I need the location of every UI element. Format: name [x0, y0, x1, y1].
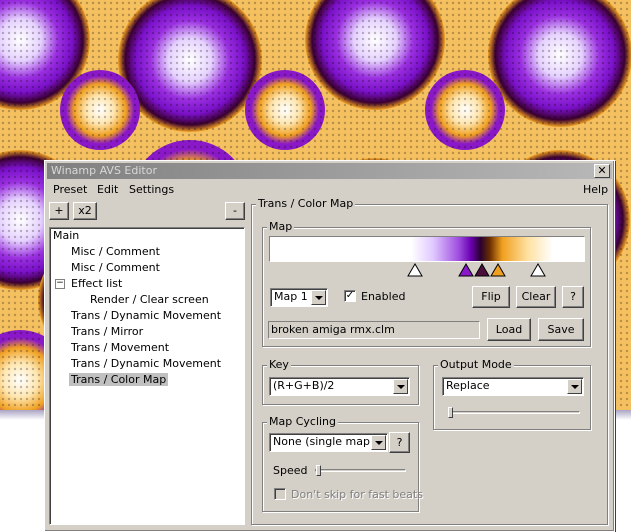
key-select[interactable]: (R+G+B)/2 [269, 377, 410, 396]
menu-settings[interactable]: Settings [129, 183, 174, 196]
speed-slider-thumb[interactable] [316, 465, 321, 476]
color-markers[interactable] [265, 263, 585, 279]
output-mode-label: Output Mode [438, 358, 514, 371]
skip-fast-beats-label: Don't skip for fast beats [291, 488, 423, 501]
map-select[interactable]: Map 1 [270, 288, 328, 307]
menu-preset[interactable]: Preset [53, 183, 87, 196]
menu-help[interactable]: Help [583, 183, 608, 196]
title-bar[interactable]: Winamp AVS Editor ✕ [47, 163, 612, 179]
menu-edit[interactable]: Edit [97, 183, 118, 196]
tree-item[interactable]: Trans / Dynamic Movement [69, 357, 223, 370]
map-cycling-value: None (single map) [273, 435, 375, 448]
chevron-down-icon[interactable] [371, 435, 386, 450]
color-map-gradient[interactable] [269, 236, 585, 262]
marker-4[interactable] [490, 263, 506, 277]
output-mode-value: Replace [446, 379, 490, 392]
tree-item-selected[interactable]: Trans / Color Map [69, 373, 169, 386]
chevron-down-icon[interactable] [393, 379, 408, 394]
skip-fast-beats-checkbox[interactable] [274, 488, 286, 500]
tree-item[interactable]: Misc / Comment [69, 261, 162, 274]
map-cycling-label: Map Cycling [267, 415, 339, 428]
output-blend-slider-thumb[interactable] [448, 407, 453, 418]
enabled-label: Enabled [361, 290, 406, 303]
output-mode-select[interactable]: Replace [442, 377, 584, 396]
save-button[interactable]: Save [538, 318, 584, 341]
map-cycling-select[interactable]: None (single map) [269, 433, 388, 452]
close-button[interactable]: ✕ [594, 164, 610, 178]
check-icon: ✓ [345, 290, 355, 301]
map-help-button[interactable]: ? [562, 286, 584, 308]
marker-1[interactable] [407, 263, 423, 277]
x2-button[interactable]: x2 [73, 202, 97, 220]
tree-item[interactable]: Misc / Comment [69, 245, 162, 258]
speed-slider-track[interactable] [315, 469, 406, 472]
collapse-icon[interactable]: − [55, 279, 65, 289]
remove-effect-button[interactable]: - [225, 202, 245, 220]
map-select-value: Map 1 [274, 290, 308, 303]
map-filename-field: broken amiga rmx.clm [268, 321, 480, 339]
speed-label: Speed [273, 464, 308, 477]
tree-item[interactable]: Trans / Dynamic Movement [69, 309, 223, 322]
add-effect-button[interactable]: + [49, 202, 69, 220]
effect-title: Trans / Color Map [256, 197, 356, 210]
tree-item[interactable]: Trans / Movement [69, 341, 171, 354]
marker-5[interactable] [530, 263, 546, 277]
window-title: Winamp AVS Editor [51, 164, 157, 177]
marker-2[interactable] [458, 263, 474, 277]
output-mode-group: Output Mode [433, 358, 591, 430]
tree-item-main[interactable]: Main [51, 229, 81, 242]
flip-button[interactable]: Flip [472, 286, 510, 308]
marker-3[interactable] [474, 263, 490, 277]
key-group-label: Key [267, 358, 291, 371]
cycling-help-button[interactable]: ? [389, 432, 410, 453]
output-blend-slider-track[interactable] [448, 411, 580, 414]
chevron-down-icon[interactable] [311, 290, 326, 305]
enabled-checkbox[interactable]: ✓ [344, 290, 356, 302]
tree-item[interactable]: Render / Clear screen [88, 293, 211, 306]
tree-item[interactable]: Trans / Mirror [69, 325, 145, 338]
chevron-down-icon[interactable] [567, 379, 582, 394]
close-icon: ✕ [597, 164, 607, 177]
clear-button[interactable]: Clear [516, 286, 556, 308]
key-select-value: (R+G+B)/2 [273, 379, 335, 392]
tree-item-effect-list[interactable]: Effect list [69, 277, 124, 290]
load-button[interactable]: Load [487, 318, 531, 341]
map-group-label: Map [267, 220, 295, 233]
